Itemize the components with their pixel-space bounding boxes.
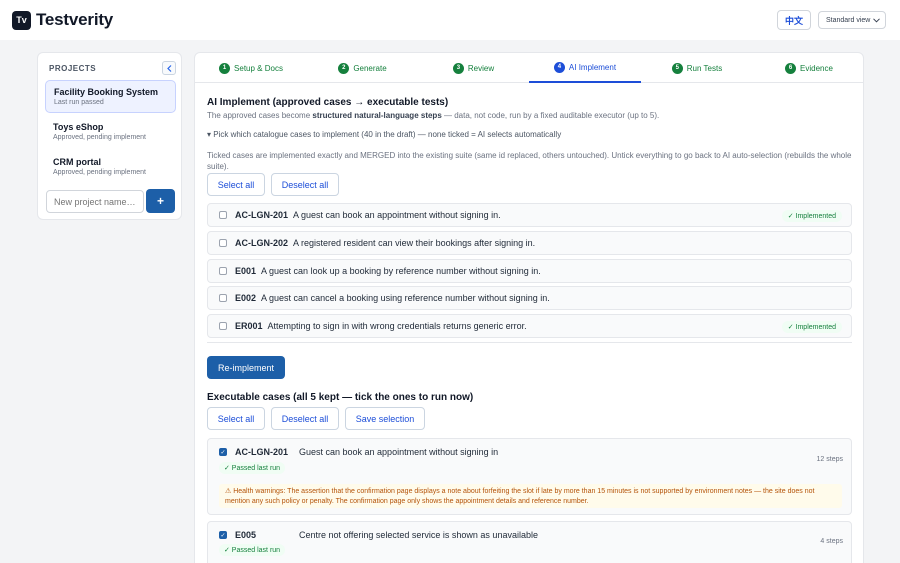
case-id: E005	[235, 530, 257, 540]
case-title: Centre not offering selected service is …	[299, 530, 538, 540]
case-text: A guest can cancel a booking using refer…	[261, 293, 550, 303]
reimplement-button[interactable]: Re-implement	[207, 356, 285, 379]
view-mode-select[interactable]: Standard view	[818, 11, 886, 29]
case-id: AC-LGN-201	[235, 447, 289, 457]
case-id: AC-LGN-201	[235, 210, 289, 220]
tab-run-tests[interactable]: 5 Run Tests	[641, 53, 753, 83]
run-checkbox[interactable]: ✓	[219, 531, 227, 539]
chevron-down-icon	[873, 17, 880, 23]
case-list-divider	[207, 342, 852, 345]
case-id: ER001	[235, 321, 263, 331]
passed-badge: ✓ Passed last run	[219, 462, 286, 474]
add-project-button[interactable]: +	[146, 189, 175, 213]
step-number: 1	[219, 62, 231, 74]
collapse-sidebar-button[interactable]	[162, 61, 176, 75]
tab-ai-implement[interactable]: 4 AI Implement	[529, 53, 641, 83]
project-item-crm-portal[interactable]: CRM portal Approved, pending implement	[45, 151, 176, 184]
case-text: A registered resident can view their boo…	[293, 238, 536, 248]
section-subtitle: The approved cases become structured nat…	[207, 111, 659, 120]
tab-label: Setup & Docs	[234, 63, 283, 73]
tab-label: Evidence	[800, 63, 833, 73]
subtitle-text: The approved cases become	[207, 111, 313, 120]
app-logo[interactable]: Tv Testverity	[12, 10, 113, 30]
case-checkbox[interactable]	[219, 294, 227, 302]
tab-generate[interactable]: 2 Generate	[307, 53, 418, 83]
ticked-cases-note: Ticked cases are implemented exactly and…	[207, 151, 852, 171]
tab-label: AI Implement	[568, 62, 617, 72]
step-number: 2	[338, 62, 350, 74]
case-checkbox[interactable]	[219, 322, 227, 330]
top-bar: Tv Testverity 中文 Standard view	[0, 0, 900, 40]
health-warning: ⚠ Health warnings: The assertion that th…	[219, 484, 842, 508]
tab-evidence[interactable]: 6 Evidence	[753, 53, 863, 83]
case-checkbox[interactable]	[219, 267, 227, 275]
tab-label: Run Tests	[686, 63, 723, 73]
project-status: Approved, pending implement	[53, 134, 147, 141]
executable-case-card: ✓ AC-LGN-201 Guest can book an appointme…	[207, 438, 852, 515]
executable-case-header: ✓ AC-LGN-201 Guest can book an appointme…	[219, 447, 498, 457]
implemented-badge: ✓ Implemented	[781, 321, 842, 333]
catalogue-case-row[interactable]: E002 A guest can cancel a booking using …	[207, 286, 852, 310]
main-panel: 1 Setup & Docs 2 Generate 3 Review 4 AI Impl…	[194, 52, 864, 563]
case-checkbox[interactable]	[219, 239, 227, 247]
catalogue-case-row[interactable]: AC-LGN-202 A registered resident can vie…	[207, 231, 852, 255]
catalogue-case-row[interactable]: AC-LGN-201 A guest can book an appointme…	[207, 203, 852, 227]
executable-case-card: ✓ E005 Centre not offering selected serv…	[207, 521, 852, 563]
project-name: Facility Booking System	[54, 87, 159, 97]
passed-badge: ✓ Passed last run	[219, 544, 286, 556]
step-number: 3	[452, 62, 464, 74]
view-mode-value: Standard view	[826, 16, 871, 24]
chevron-left-icon	[166, 64, 171, 72]
step-number: 5	[671, 62, 683, 74]
case-id: E002	[235, 293, 257, 303]
step-count: 12 steps	[816, 456, 843, 463]
select-all-button[interactable]: Select all	[207, 173, 265, 196]
implemented-badge: ✓ Implemented	[781, 210, 842, 222]
projects-heading: PROJECTS	[49, 64, 97, 73]
tab-setup-docs[interactable]: 1 Setup & Docs	[195, 53, 307, 83]
subtitle-emphasis: structured natural-language steps	[312, 111, 442, 120]
save-selection-button[interactable]: Save selection	[345, 407, 425, 430]
project-item-facility-booking[interactable]: Facility Booking System Last run passed	[45, 80, 176, 113]
project-status: Approved, pending implement	[53, 169, 147, 176]
subtitle-text: — data, not code, run by a fixed auditab…	[441, 111, 660, 120]
deselect-all-button[interactable]: Deselect all	[271, 407, 339, 430]
logo-icon: Tv	[12, 10, 31, 30]
project-name: Toys eShop	[53, 122, 104, 132]
case-id: AC-LGN-202	[235, 238, 289, 248]
run-checkbox[interactable]: ✓	[219, 448, 227, 456]
case-id: E001	[235, 266, 257, 276]
pick-cases-toggle[interactable]: ▾ Pick which catalogue cases to implemen…	[207, 130, 561, 139]
app-name: Testverity	[36, 10, 114, 29]
tab-label: Generate	[353, 63, 387, 73]
select-all-button[interactable]: Select all	[207, 407, 265, 430]
tab-review[interactable]: 3 Review	[418, 53, 529, 83]
case-title: Guest can book an appointment without si…	[299, 447, 499, 457]
new-project-input[interactable]	[46, 190, 144, 213]
case-text: A guest can look up a booking by referen…	[261, 266, 541, 276]
catalogue-case-row[interactable]: ER001 Attempting to sign in with wrong c…	[207, 314, 852, 338]
executable-case-header: ✓ E005 Centre not offering selected serv…	[219, 530, 538, 540]
case-checkbox[interactable]	[219, 211, 227, 219]
projects-panel: PROJECTS Facility Booking System Last ru…	[37, 52, 182, 220]
case-text: A guest can book an appointment without …	[293, 210, 501, 220]
language-button[interactable]: 中文	[777, 10, 811, 30]
case-text: Attempting to sign in with wrong credent…	[267, 321, 527, 331]
project-status: Last run passed	[54, 99, 104, 106]
workflow-tabs: 1 Setup & Docs 2 Generate 3 Review 4 AI Impl…	[195, 53, 863, 83]
section-title-executable: Executable cases (all 5 kept — tick the …	[207, 392, 474, 403]
step-number: 4	[553, 61, 565, 73]
project-item-toys-eshop[interactable]: Toys eShop Approved, pending implement	[45, 116, 176, 149]
tab-label: Review	[467, 63, 495, 73]
deselect-all-button[interactable]: Deselect all	[271, 173, 339, 196]
step-count: 4 steps	[820, 538, 843, 545]
step-number: 6	[785, 62, 797, 74]
catalogue-case-row[interactable]: E001 A guest can look up a booking by re…	[207, 259, 852, 283]
section-title-ai-implement: AI Implement (approved cases → executabl…	[207, 97, 449, 108]
project-name: CRM portal	[53, 157, 101, 167]
